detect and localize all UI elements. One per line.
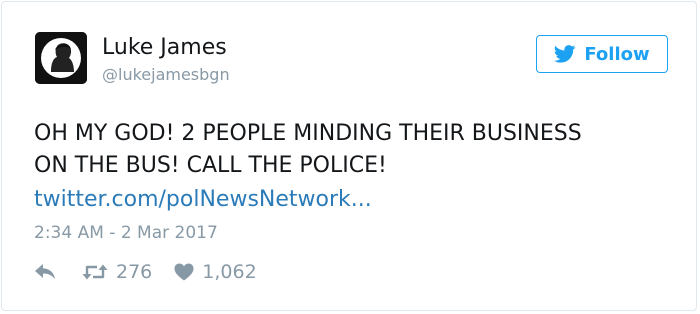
retweet-icon	[82, 264, 108, 280]
tweet-link[interactable]: twitter.com/polNewsNetwork...	[34, 184, 372, 216]
avatar[interactable]	[35, 32, 87, 84]
author-handle[interactable]: @lukejamesbgn	[102, 65, 230, 85]
follow-button[interactable]: Follow	[536, 35, 668, 73]
follow-label: Follow	[584, 43, 650, 65]
tweet-text: OH MY GOD! 2 PEOPLE MINDING THEIR BUSINE…	[34, 118, 674, 182]
tweet-text-line: OH MY GOD! 2 PEOPLE MINDING THEIR BUSINE…	[34, 121, 582, 146]
heart-icon	[174, 263, 194, 281]
reply-icon	[35, 264, 55, 279]
author-name[interactable]: Luke James	[102, 34, 227, 62]
like-count: 1,062	[202, 261, 257, 283]
tweet-card: Luke James @lukejamesbgn Follow OH MY GO…	[1, 1, 697, 311]
twitter-bird-icon	[554, 45, 576, 63]
retweet-button[interactable]: 276	[82, 260, 152, 284]
tweet-actions: 276 1,062	[34, 259, 257, 285]
reply-button[interactable]	[34, 263, 56, 281]
tweet-text-line: ON THE BUS! CALL THE POLICE!	[34, 153, 387, 178]
tweet-timestamp[interactable]: 2:34 AM - 2 Mar 2017	[34, 221, 218, 245]
retweet-count: 276	[116, 261, 153, 283]
avatar-icon	[35, 32, 87, 84]
like-button[interactable]: 1,062	[174, 260, 257, 284]
